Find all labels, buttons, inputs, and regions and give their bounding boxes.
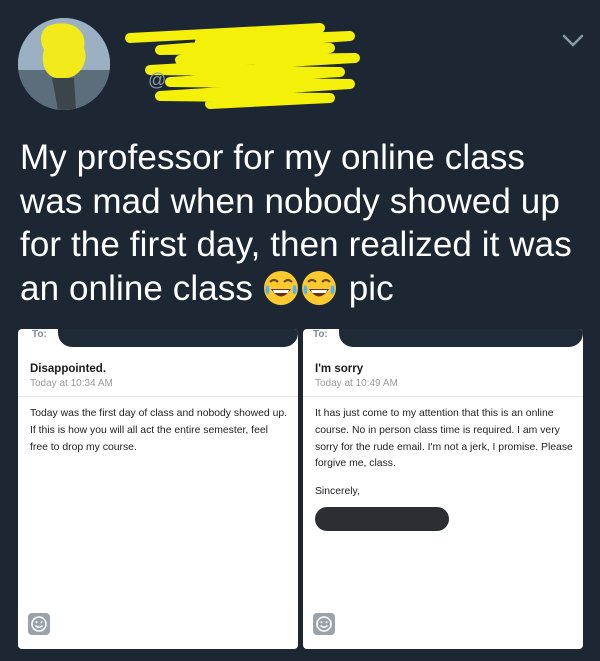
to-label: To: [313, 329, 328, 340]
avatar[interactable] [18, 18, 110, 110]
tweet-header: @ [0, 0, 600, 120]
redacted-name-scribble [125, 23, 360, 109]
email-body: Today was the first day of class and nob… [30, 408, 288, 453]
email-body: It has just come to my attention that th… [315, 408, 573, 470]
email-screenshot-2[interactable]: To: I'm sorry Today at 10:49 AM It has j… [303, 329, 583, 649]
divider [303, 396, 583, 397]
face-with-tears-of-joy-icon [301, 270, 336, 305]
email-timestamp: Today at 10:34 AM [30, 378, 113, 389]
to-label: To: [32, 329, 47, 340]
smiley-icon [31, 616, 47, 632]
email-signoff: Sincerely, [315, 486, 360, 497]
email-timestamp: Today at 10:49 AM [315, 378, 398, 389]
emoji-keyboard-button[interactable] [313, 613, 335, 635]
redacted-recipient-bar [58, 329, 298, 347]
emoji-keyboard-button[interactable] [28, 613, 50, 635]
email-subject: Disappointed. [30, 363, 107, 375]
tweet-text: My professor for my online class was mad… [20, 136, 585, 310]
smiley-icon [316, 616, 332, 632]
chevron-down-icon[interactable] [562, 34, 584, 48]
redacted-signature [315, 507, 449, 531]
divider [18, 396, 298, 397]
email-subject: I'm sorry [315, 363, 364, 375]
redacted-recipient-bar [339, 329, 583, 347]
face-with-tears-of-joy-icon [263, 270, 298, 305]
email-screenshot-1[interactable]: To: Disappointed. Today at 10:34 AM Toda… [18, 329, 298, 649]
handle-prefix: @ [148, 70, 167, 90]
tweet-suffix: pic [348, 268, 394, 308]
